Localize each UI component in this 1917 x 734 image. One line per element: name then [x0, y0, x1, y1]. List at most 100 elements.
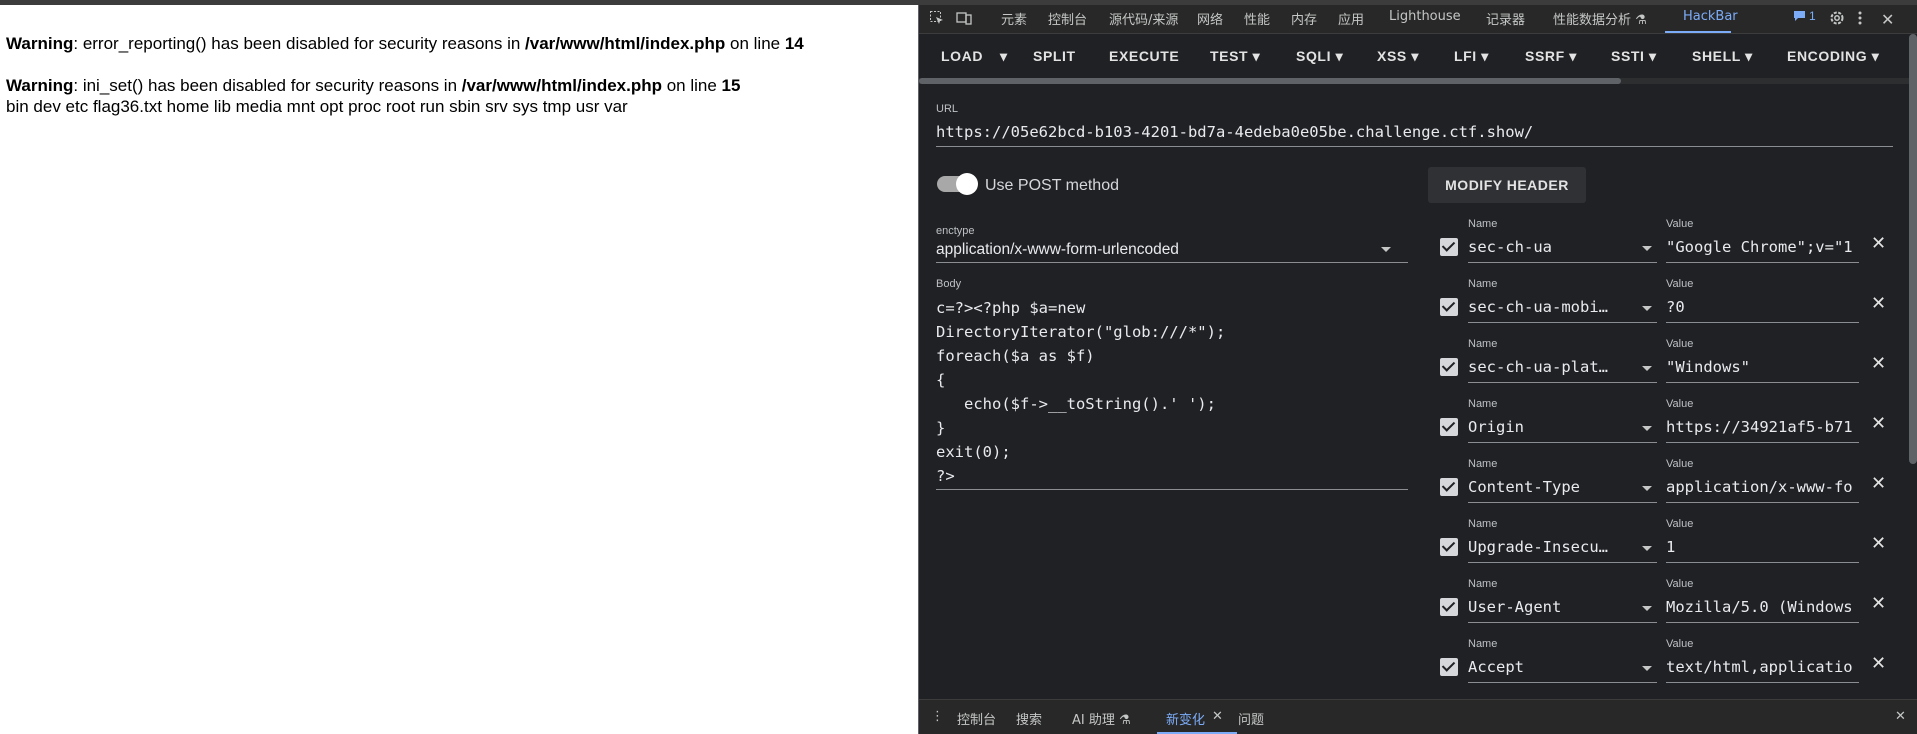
header-name-dropdown-icon[interactable]: [1642, 426, 1652, 431]
header-name-dropdown-icon[interactable]: [1642, 306, 1652, 311]
drawer-tab-ai-assistant[interactable]: AI 助理 ⚗: [1072, 709, 1131, 728]
header-enabled-checkbox[interactable]: [1440, 658, 1458, 676]
tab-memory[interactable]: 内存: [1291, 9, 1317, 28]
ssti-menu[interactable]: SSTI ▾: [1611, 48, 1657, 65]
remove-header-icon[interactable]: ✕: [1871, 533, 1886, 554]
lfi-menu[interactable]: LFI ▾: [1454, 48, 1489, 65]
tab-application[interactable]: 应用: [1338, 9, 1364, 28]
remove-header-icon[interactable]: ✕: [1871, 233, 1886, 254]
hackbar-vertical-scrollbar[interactable]: [1909, 34, 1917, 464]
test-menu-label: TEST: [1210, 48, 1249, 64]
header-value-label: Value: [1666, 518, 1694, 530]
url-input[interactable]: https://05e62bcd-b103-4201-bd7a-4edeba0e…: [936, 123, 1533, 141]
header-name-underline: [1468, 562, 1657, 563]
close-devtools-icon[interactable]: ✕: [1881, 10, 1894, 30]
ssrf-menu[interactable]: SSRF ▾: [1525, 48, 1577, 65]
header-enabled-checkbox[interactable]: [1440, 538, 1458, 556]
remove-header-icon[interactable]: ✕: [1871, 593, 1886, 614]
sqli-menu[interactable]: SQLI ▾: [1296, 48, 1343, 65]
drawer-tab-search[interactable]: 搜索: [1016, 709, 1042, 728]
header-name-underline: [1468, 262, 1657, 263]
header-value-input[interactable]: 1: [1666, 538, 1859, 556]
header-name-dropdown-icon[interactable]: [1642, 666, 1652, 671]
header-name-underline: [1468, 382, 1657, 383]
header-name-input[interactable]: Origin: [1468, 418, 1628, 436]
ssti-menu-label: SSTI: [1611, 48, 1645, 64]
post-method-label: Use POST method: [985, 177, 1119, 194]
header-name-dropdown-icon[interactable]: [1642, 366, 1652, 371]
tab-sources[interactable]: 源代码/来源: [1109, 9, 1178, 28]
header-value-input[interactable]: Mozilla/5.0 (Windows: [1666, 598, 1859, 616]
header-enabled-checkbox[interactable]: [1440, 478, 1458, 496]
header-value-input[interactable]: text/html,applicatio: [1666, 658, 1859, 676]
close-drawer-icon[interactable]: ✕: [1895, 709, 1906, 724]
header-name-input[interactable]: Accept: [1468, 658, 1628, 676]
remove-header-icon[interactable]: ✕: [1871, 353, 1886, 374]
remove-header-icon[interactable]: ✕: [1871, 473, 1886, 494]
header-enabled-checkbox[interactable]: [1440, 298, 1458, 316]
device-toolbar-icon[interactable]: [956, 10, 972, 30]
post-method-toggle-knob[interactable]: [956, 173, 978, 195]
remove-header-icon[interactable]: ✕: [1871, 653, 1886, 674]
directory-listing: bin dev etc flag36.txt home lib media mn…: [6, 97, 628, 116]
tab-lighthouse[interactable]: Lighthouse: [1389, 9, 1461, 24]
header-enabled-checkbox[interactable]: [1440, 238, 1458, 256]
tab-recorder[interactable]: 记录器: [1486, 9, 1525, 28]
drawer-tab-changes[interactable]: 新变化: [1166, 709, 1205, 728]
header-name-input[interactable]: sec-ch-ua: [1468, 238, 1628, 256]
execute-button[interactable]: EXECUTE: [1109, 48, 1179, 64]
header-value-underline: [1666, 262, 1859, 263]
header-value-input[interactable]: "Windows": [1666, 358, 1859, 376]
test-menu[interactable]: TEST ▾: [1210, 48, 1260, 65]
header-name-dropdown-icon[interactable]: [1642, 486, 1652, 491]
header-enabled-checkbox[interactable]: [1440, 358, 1458, 376]
header-name-dropdown-icon[interactable]: [1642, 546, 1652, 551]
modify-header-button[interactable]: MODIFY HEADER: [1428, 167, 1586, 203]
load-button[interactable]: LOAD: [941, 48, 983, 64]
header-value-input[interactable]: https://34921af5-b71: [1666, 418, 1859, 436]
header-name-input[interactable]: Upgrade-Insecu…: [1468, 538, 1628, 556]
header-name-dropdown-icon[interactable]: [1642, 246, 1652, 251]
issues-badge[interactable]: 1: [1793, 9, 1816, 25]
shell-menu[interactable]: SHELL ▾: [1692, 48, 1753, 65]
devtools-drawer: ⋮ 控制台 搜索 AI 助理 ⚗ 新变化 ✕ 问题 ✕: [919, 699, 1917, 734]
header-value-label: Value: [1666, 638, 1694, 650]
encoding-menu[interactable]: ENCODING ▾: [1787, 48, 1879, 65]
devtools-tab-bar: 元素 控制台 源代码/来源 网络 性能 内存 应用 Lighthouse 记录器…: [919, 5, 1917, 34]
drawer-tab-issues[interactable]: 问题: [1238, 709, 1264, 728]
more-options-icon[interactable]: [1857, 10, 1863, 30]
header-name-input[interactable]: sec-ch-ua-mobi…: [1468, 298, 1628, 316]
header-enabled-checkbox[interactable]: [1440, 598, 1458, 616]
drawer-menu-icon[interactable]: ⋮: [931, 709, 944, 724]
header-name-input[interactable]: User-Agent: [1468, 598, 1628, 616]
header-name-dropdown-icon[interactable]: [1642, 606, 1652, 611]
load-dropdown-icon[interactable]: ▾: [1000, 48, 1008, 65]
header-value-label: Value: [1666, 278, 1694, 290]
header-enabled-checkbox[interactable]: [1440, 418, 1458, 436]
settings-icon[interactable]: [1829, 10, 1845, 30]
tab-elements[interactable]: 元素: [1001, 9, 1027, 28]
drawer-tab-changes-close-icon[interactable]: ✕: [1212, 709, 1223, 724]
header-value-label: Value: [1666, 578, 1694, 590]
ssrf-menu-label: SSRF: [1525, 48, 1565, 64]
header-value-input[interactable]: "Google Chrome";v="1: [1666, 238, 1859, 256]
split-button[interactable]: SPLIT: [1033, 48, 1076, 64]
tab-performance-insights[interactable]: 性能数据分析 ⚗: [1553, 9, 1647, 28]
tab-performance[interactable]: 性能: [1244, 9, 1270, 28]
header-value-input[interactable]: application/x-www-fo: [1666, 478, 1859, 496]
drawer-tab-console[interactable]: 控制台: [957, 709, 996, 728]
header-value-input[interactable]: ?0: [1666, 298, 1859, 316]
tab-network[interactable]: 网络: [1197, 9, 1223, 28]
active-tab-indicator: [1665, 31, 1731, 33]
inspect-element-icon[interactable]: [929, 10, 945, 30]
header-name-input[interactable]: Content-Type: [1468, 478, 1628, 496]
tab-console[interactable]: 控制台: [1048, 9, 1087, 28]
toolbar-horizontal-scrollbar[interactable]: [919, 78, 1621, 84]
remove-header-icon[interactable]: ✕: [1871, 413, 1886, 434]
remove-header-icon[interactable]: ✕: [1871, 293, 1886, 314]
header-name-input[interactable]: sec-ch-ua-plat…: [1468, 358, 1628, 376]
xss-menu[interactable]: XSS ▾: [1377, 48, 1419, 65]
url-label: URL: [936, 103, 959, 115]
tab-hackbar[interactable]: HackBar: [1683, 9, 1738, 24]
header-name-underline: [1468, 502, 1657, 503]
